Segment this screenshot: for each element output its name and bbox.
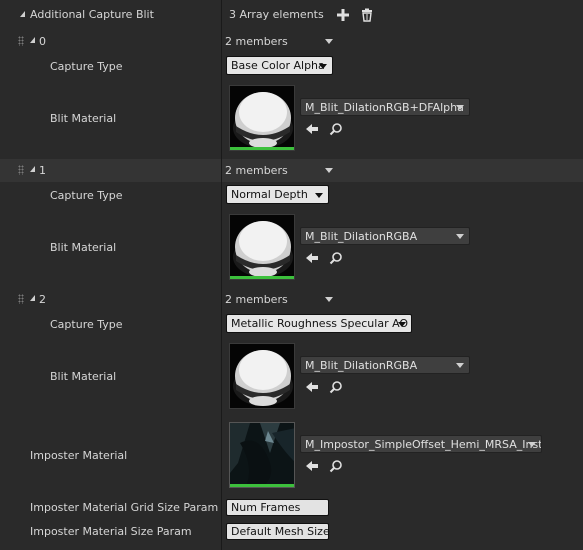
imposter-material-label: Imposter Material: [30, 449, 128, 462]
imposter-material-dropdown[interactable]: M_Impostor_SimpleOffset_Hemi_MRSA_Inst: [300, 435, 542, 453]
size-param-row: Imposter Material Size Param Default Mes…: [0, 519, 583, 550]
grid-size-param-label: Imposter Material Grid Size Param: [30, 501, 219, 514]
browse-search-icon[interactable]: [329, 251, 343, 265]
element-index: 0: [39, 35, 46, 48]
plus-icon[interactable]: [336, 8, 350, 22]
array-element-1: 1 2 members Capture Type Normal Depth Bl…: [0, 159, 583, 288]
material-thumbnail[interactable]: [229, 343, 295, 409]
members-summary: 2 members: [225, 35, 288, 48]
imposter-material-thumbnail[interactable]: [229, 422, 295, 488]
size-param-field[interactable]: Default Mesh Size: [226, 523, 330, 540]
browse-search-icon[interactable]: [329, 459, 343, 473]
grid-size-param-field[interactable]: Num Frames: [226, 499, 329, 516]
collapse-arrow-icon[interactable]: [30, 37, 35, 43]
array-element-2: 2 2 members Capture Type Metallic Roughn…: [0, 288, 583, 417]
chevron-down-icon[interactable]: [325, 168, 333, 173]
blit-material-dropdown[interactable]: M_Blit_DilationRGBA: [300, 227, 470, 245]
collapse-arrow-icon[interactable]: [20, 11, 25, 17]
collapse-arrow-icon[interactable]: [30, 295, 35, 301]
use-selected-arrow-icon[interactable]: [305, 251, 319, 265]
blit-material-label: Blit Material: [50, 112, 117, 125]
capture-type-label: Capture Type: [50, 318, 123, 331]
capture-type-dropdown[interactable]: Metallic Roughness Specular AO: [226, 314, 412, 333]
use-selected-arrow-icon[interactable]: [305, 380, 319, 394]
drag-handle-icon[interactable]: [18, 36, 24, 46]
capture-type-label: Capture Type: [50, 60, 123, 73]
trash-icon[interactable]: [360, 8, 374, 22]
browse-search-icon[interactable]: [329, 122, 343, 136]
drag-handle-icon[interactable]: [18, 165, 24, 175]
blit-material-label: Blit Material: [50, 241, 117, 254]
size-param-label: Imposter Material Size Param: [30, 525, 192, 538]
collapse-arrow-icon[interactable]: [30, 166, 35, 172]
chevron-down-icon[interactable]: [325, 39, 333, 44]
array-element-0: 0 2 members Capture Type Base Color Alph…: [0, 30, 583, 159]
members-summary: 2 members: [225, 293, 288, 306]
use-selected-arrow-icon[interactable]: [305, 122, 319, 136]
array-summary: 3 Array elements: [229, 8, 324, 21]
capture-type-dropdown[interactable]: Normal Depth: [226, 185, 329, 204]
element-index: 2: [39, 293, 46, 306]
blit-material-label: Blit Material: [50, 370, 117, 383]
blit-material-dropdown[interactable]: M_Blit_DilationRGB+DFAlpha: [300, 98, 470, 116]
blit-material-dropdown[interactable]: M_Blit_DilationRGBA: [300, 356, 470, 374]
capture-type-dropdown[interactable]: Base Color Alpha: [226, 56, 333, 75]
capture-type-label: Capture Type: [50, 189, 123, 202]
imposter-material-row: Imposter Material M_Impostor_SimpleOffse…: [0, 417, 583, 495]
element-index: 1: [39, 164, 46, 177]
material-thumbnail[interactable]: [229, 214, 295, 280]
property-label: Additional Capture Blit: [30, 8, 154, 21]
browse-search-icon[interactable]: [329, 380, 343, 394]
members-summary: 2 members: [225, 164, 288, 177]
drag-handle-icon[interactable]: [18, 294, 24, 304]
use-selected-arrow-icon[interactable]: [305, 459, 319, 473]
header-row: Additional Capture Blit 3 Array elements: [0, 0, 583, 30]
grid-size-param-row: Imposter Material Grid Size Param Num Fr…: [0, 495, 583, 519]
material-thumbnail[interactable]: [229, 85, 295, 151]
chevron-down-icon[interactable]: [325, 297, 333, 302]
